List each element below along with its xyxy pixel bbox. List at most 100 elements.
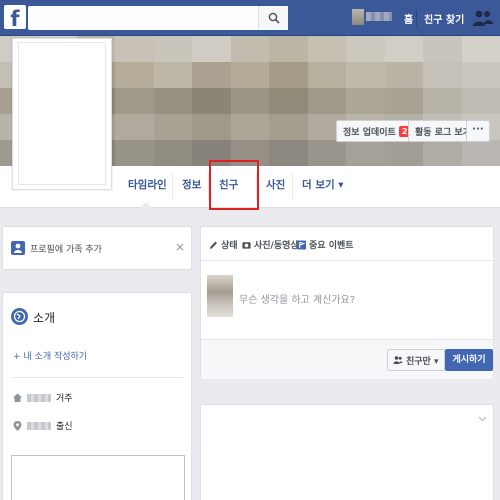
cover-pixel [461,140,500,166]
tab-divider [292,172,293,200]
audience-label: 친구만 ▾ [406,356,439,367]
tab-about[interactable]: 정보 [182,166,201,204]
cover-pixel [307,62,347,88]
search-button[interactable] [258,6,288,30]
cover-pixel [461,88,500,114]
close-icon[interactable]: × [175,240,185,254]
user-avatar[interactable] [352,9,364,25]
cover-pixel [153,36,193,62]
intro-divider [11,377,183,378]
flag-icon [297,240,306,249]
composer-tabs: 상태 사진/동영상 중요 이벤트 [201,227,493,261]
intro-card: 소개 + 내 소개 작성하기 거주 출신 [2,292,192,500]
top-navigation-bar: f 홈 친구 찾기 [0,0,500,36]
cover-pixel [384,36,424,62]
intro-title: 소개 [33,311,56,325]
add-family-card: 프로필에 가족 추가 × [2,226,192,270]
tab-more[interactable]: 더 보기 ▾ [302,166,344,204]
update-info-label: 정보 업데이트 [343,127,396,138]
friend-requests-icon[interactable] [472,9,494,27]
cover-pixel [384,140,424,166]
tab-divider [172,172,173,200]
search-icon [268,12,280,24]
cover-pixel [153,88,193,114]
intro-photo-box[interactable] [11,455,185,500]
nav-divider [416,10,417,26]
tab-photos[interactable]: 사진 [266,166,285,204]
cover-pixel [307,36,347,62]
cover-pixel [346,88,385,114]
add-family-link[interactable]: 프로필에 가족 추가 [30,242,102,255]
cover-pixel [230,62,270,88]
chevron-down-icon[interactable] [478,415,487,425]
composer-tab-event[interactable]: 중요 이벤트 [297,238,354,251]
profile-picture[interactable] [12,38,112,190]
cover-pixel [384,62,424,88]
cover-pixel [423,88,462,114]
cover-pixel [269,114,308,140]
search-input[interactable] [28,6,258,30]
cover-pixel [346,62,385,88]
cover-pixel [192,62,231,88]
user-name-blurred[interactable] [366,12,392,21]
facebook-logo[interactable]: f [4,5,26,29]
active-tab-indicator [140,202,152,208]
tab-timeline[interactable]: 타임라인 [128,166,167,204]
audience-selector[interactable]: 친구만 ▾ [387,349,445,371]
post-button[interactable]: 게시하기 [445,349,493,371]
cover-pixel [153,62,193,88]
cover-pixel [192,36,231,62]
location-pin-icon [13,420,22,431]
cover-pixel [115,114,154,140]
search-box [28,6,288,30]
cover-pixel [346,140,385,166]
cover-pixel [269,62,308,88]
composer-tab-photo-label: 사진/동영상 [254,241,299,251]
friends-tab-highlight [209,160,259,210]
add-bio-link[interactable]: + 내 소개 작성하기 [13,349,87,362]
cover-pixel [153,140,193,166]
home-link[interactable]: 홈 [404,11,413,26]
cover-pixel [230,36,270,62]
lives-in-place-blurred [27,393,51,402]
cover-pixel [461,62,500,88]
from-row: 출신 [13,419,73,432]
cover-pixel [192,88,231,114]
composer-footer: 친구만 ▾ 게시하기 [201,339,493,379]
friends-icon [393,356,403,364]
cover-pixel [269,36,308,62]
composer-tab-photo[interactable]: 사진/동영상 [242,238,299,251]
cover-pixel [384,88,424,114]
cover-pixel [269,140,308,166]
feed-story-card [200,404,494,500]
composer-tab-status[interactable]: 상태 [209,238,238,251]
composer-avatar [207,275,233,317]
from-label: 출신 [56,422,73,432]
update-info-button[interactable]: 정보 업데이트 2 [336,120,416,142]
cover-pixel [230,114,270,140]
cover-pixel [423,140,462,166]
camera-icon [242,241,251,249]
cover-pixel [230,88,270,114]
cover-pixel [307,88,347,114]
lives-in-label: 거주 [56,394,73,404]
composer-tab-status-label: 상태 [221,241,238,251]
from-place-blurred [27,421,51,430]
lives-in-row: 거주 [13,391,73,404]
cover-pixel [423,36,462,62]
profile-picture-image [18,42,106,185]
composer-input[interactable]: 무슨 생각을 하고 계신가요? [239,291,355,306]
cover-pixel [346,36,385,62]
pencil-icon [210,241,217,249]
globe-icon [11,308,28,325]
cover-pixel [269,88,308,114]
find-friends-link[interactable]: 친구 찾기 [424,11,464,26]
family-icon [11,241,25,255]
cover-pixel [115,140,154,166]
cover-pixel [307,140,347,166]
cover-pixel [461,36,500,62]
cover-pixel [115,88,154,114]
home-icon [13,393,22,402]
composer-tab-event-label: 중요 이벤트 [309,241,354,251]
more-options-button[interactable]: ··· [466,120,490,142]
